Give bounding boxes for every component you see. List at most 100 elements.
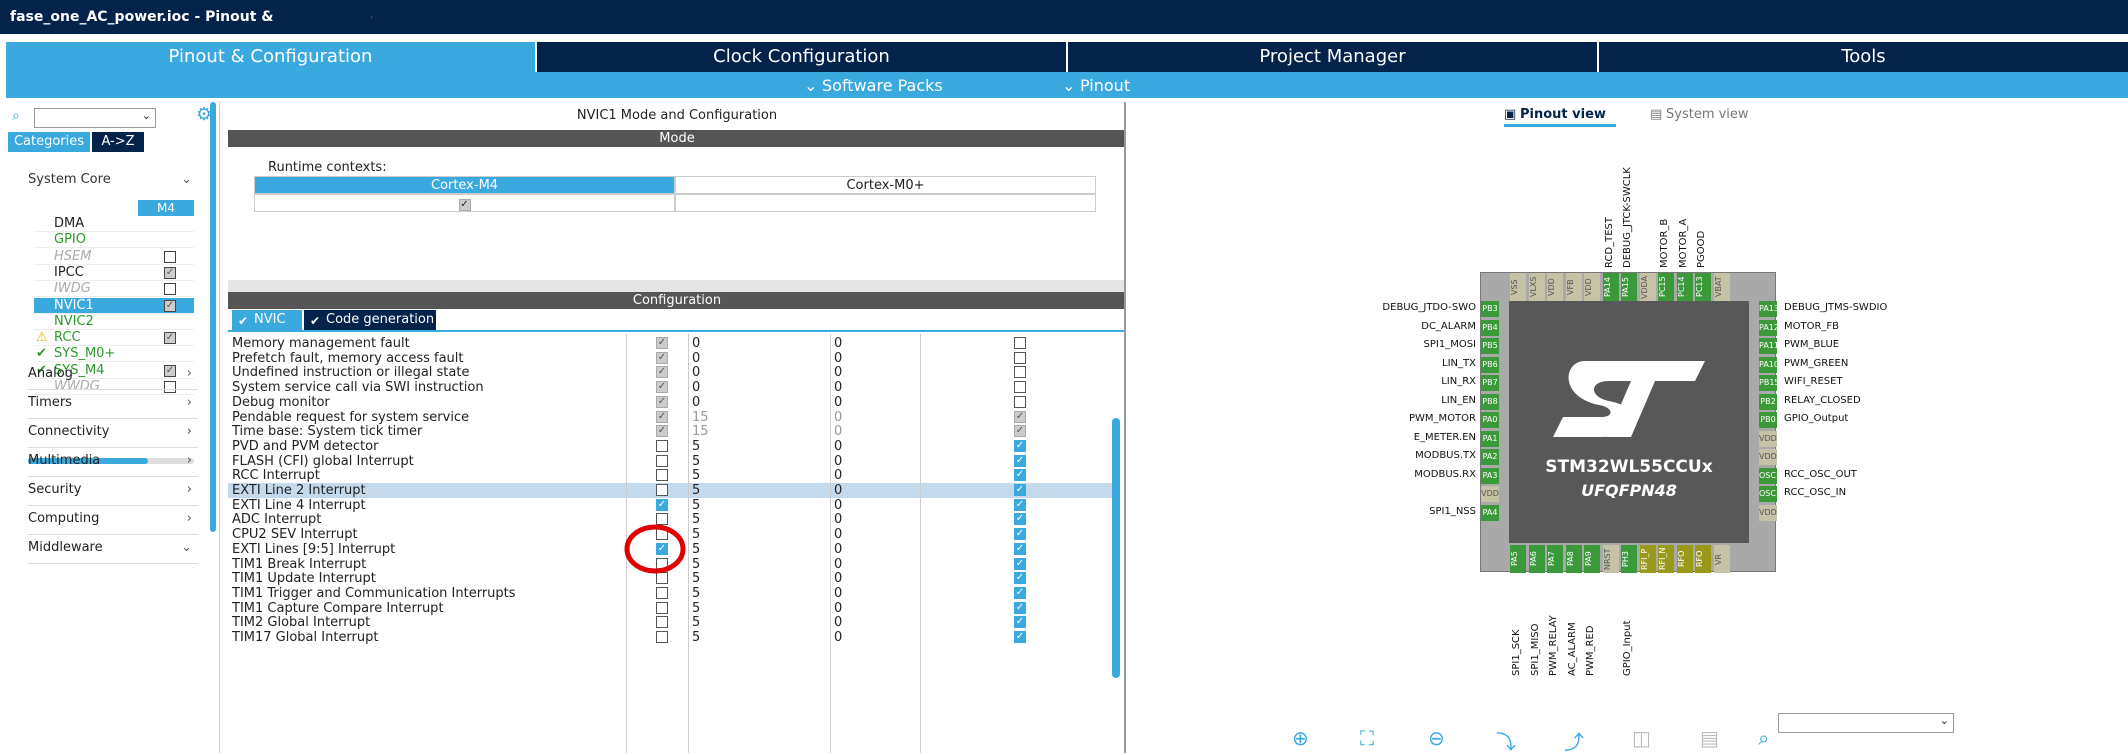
enable-checkbox[interactable]: ✓ [656,410,668,423]
sub-priority[interactable]: 0 [834,365,842,380]
tab-clock-configuration[interactable]: Clock Configuration [537,42,1068,72]
rotate-left-icon[interactable]: ⤴ [1564,726,1584,755]
preemption-priority[interactable]: 5 [692,454,700,469]
tab-system-view[interactable]: ▤ System view [1650,106,1750,124]
table-row[interactable]: System service call via SWI instruction ✓… [228,380,1112,395]
sub-priority[interactable]: 0 [834,601,842,616]
uses-freertos-checkbox[interactable] [1014,337,1026,349]
flip-vertical-icon[interactable]: ◫ [1632,726,1651,750]
peripheral-item[interactable]: IWDG [34,281,194,298]
pin-top[interactable]: VDD [1547,273,1563,301]
preemption-priority[interactable]: 5 [692,468,700,483]
system-core-section[interactable]: System Core ⌄ [28,168,198,192]
pin-left[interactable]: PB8 [1481,393,1499,410]
uses-freertos-checkbox[interactable]: ✓ [1014,542,1026,555]
sub-priority[interactable]: 0 [834,512,842,527]
enable-checkbox[interactable] [656,616,668,629]
pin-bottom[interactable]: PA6 [1528,545,1545,573]
sub-priority[interactable]: 0 [834,483,842,498]
preemption-priority[interactable]: 5 [692,557,700,572]
zoom-in-icon[interactable]: ⊕ [1292,726,1309,750]
pin-bottom[interactable]: PA7 [1547,545,1563,573]
pin-right[interactable]: PB2 [1759,393,1777,410]
pin-right[interactable]: PA12 [1759,319,1777,336]
enable-checkbox[interactable]: ✓ [656,351,668,364]
uses-freertos-checkbox[interactable] [1014,366,1026,379]
uses-freertos-checkbox[interactable]: ✓ [1014,631,1026,643]
uses-freertos-checkbox[interactable]: ✓ [1014,513,1026,526]
sub-priority[interactable]: 0 [834,336,842,351]
uses-freertos-checkbox[interactable]: ✓ [1014,572,1026,585]
enable-checkbox[interactable] [656,439,668,452]
fit-view-icon[interactable]: ⛶ [1360,726,1374,750]
preemption-priority[interactable]: 5 [692,527,700,542]
table-row[interactable]: TIM1 Trigger and Communication Interrupt… [228,586,1112,601]
peripheral-item[interactable]: HSEM [34,249,194,265]
peripheral-checkbox[interactable]: ✓ [164,332,176,345]
enable-checkbox[interactable] [656,601,668,614]
uses-freertos-checkbox[interactable] [1014,395,1026,408]
pin-search-input[interactable]: ⌄ [1778,713,1954,733]
pin-right[interactable]: OSC.. [1759,486,1777,502]
sub-priority[interactable]: 0 [834,571,842,586]
pin-left[interactable]: PA0 [1481,412,1499,428]
enable-checkbox[interactable]: ✓ [656,337,668,349]
sub-priority[interactable]: 0 [834,557,842,572]
preemption-priority[interactable]: 5 [692,498,700,513]
search-input[interactable]: ⌄ [34,108,156,128]
preemption-priority[interactable]: 5 [692,571,700,586]
pin-bottom[interactable]: RFO [1676,545,1693,573]
preemption-priority[interactable]: 0 [692,351,700,366]
pin-right[interactable]: VDD.. [1759,449,1777,465]
context-cortex-m0[interactable]: Cortex-M0+ [675,176,1096,194]
zoom-out-icon[interactable]: ⊖ [1428,726,1445,750]
peripheral-checkbox[interactable]: ✓ [164,266,176,279]
table-row[interactable]: Pendable request for system service ✓ 15 0 ✓ [228,410,1112,425]
pin-bottom[interactable]: VR [1713,545,1730,573]
preemption-priority[interactable]: 5 [692,483,700,498]
pin-left[interactable]: PB4 [1481,319,1499,336]
sub-priority[interactable]: 0 [834,527,842,542]
tab-nvic[interactable]: ✔ NVIC [232,310,302,330]
tab-project-manager[interactable]: Project Manager [1068,42,1599,72]
enable-checkbox[interactable]: ✓ [656,498,668,511]
peripheral-item[interactable]: IPCC ✓ [34,265,194,281]
pin-left[interactable]: PA1 [1481,430,1499,447]
pin-right[interactable]: VDD.. [1759,430,1777,447]
pin-bottom[interactable]: PA9 [1584,545,1600,573]
sub-priority[interactable]: 0 [834,424,842,439]
pin-left[interactable]: PB5 [1481,338,1499,354]
nav-section-timers[interactable]: Timers › [28,387,198,419]
uses-freertos-checkbox[interactable]: ✓ [1014,616,1026,629]
table-row[interactable]: Time base: System tick timer ✓ 15 0 ✓ [228,424,1112,439]
uses-freertos-checkbox[interactable] [1014,381,1026,394]
uses-freertos-checkbox[interactable]: ✓ [1014,498,1026,511]
pin-right[interactable]: PA10 [1759,356,1777,373]
table-row[interactable]: RCC Interrupt 5 0 ✓ [228,468,1112,483]
tab-a-z[interactable]: A->Z [92,132,144,152]
sub-priority[interactable]: 0 [834,586,842,601]
software-packs-menu[interactable]: Software Packs [822,76,943,95]
peripheral-item[interactable]: NVIC1 ✓ [34,297,194,314]
pin-top[interactable]: VBAT [1713,273,1730,301]
uses-freertos-checkbox[interactable]: ✓ [1014,528,1026,541]
table-row[interactable]: TIM1 Capture Compare Interrupt 5 0 ✓ [228,601,1112,616]
uses-freertos-checkbox[interactable]: ✓ [1014,439,1026,452]
uses-freertos-checkbox[interactable]: ✓ [1014,425,1026,438]
preemption-priority[interactable]: 5 [692,512,700,527]
enable-checkbox[interactable]: ✓ [656,366,668,379]
pin-left[interactable]: PA4 [1481,504,1499,521]
table-row[interactable]: Memory management fault ✓ 0 0 [228,336,1112,351]
uses-freertos-checkbox[interactable]: ✓ [1014,469,1026,482]
pin-top[interactable]: PC14 [1676,273,1693,301]
sub-priority[interactable]: 0 [834,380,842,395]
table-row[interactable]: EXTI Line 4 Interrupt ✓ 5 0 ✓ [228,498,1112,513]
enable-checkbox[interactable] [656,484,668,496]
nav-section-connectivity[interactable]: Connectivity › [28,416,198,448]
pin-top[interactable]: PA14 [1602,273,1619,301]
peripheral-item[interactable]: GPIO [34,232,194,249]
pin-left[interactable]: PB3 [1481,301,1499,317]
search-icon[interactable]: ⌕ [1758,726,1769,750]
pin-left[interactable]: PA2 [1481,449,1499,465]
sub-priority[interactable]: 0 [834,395,842,410]
